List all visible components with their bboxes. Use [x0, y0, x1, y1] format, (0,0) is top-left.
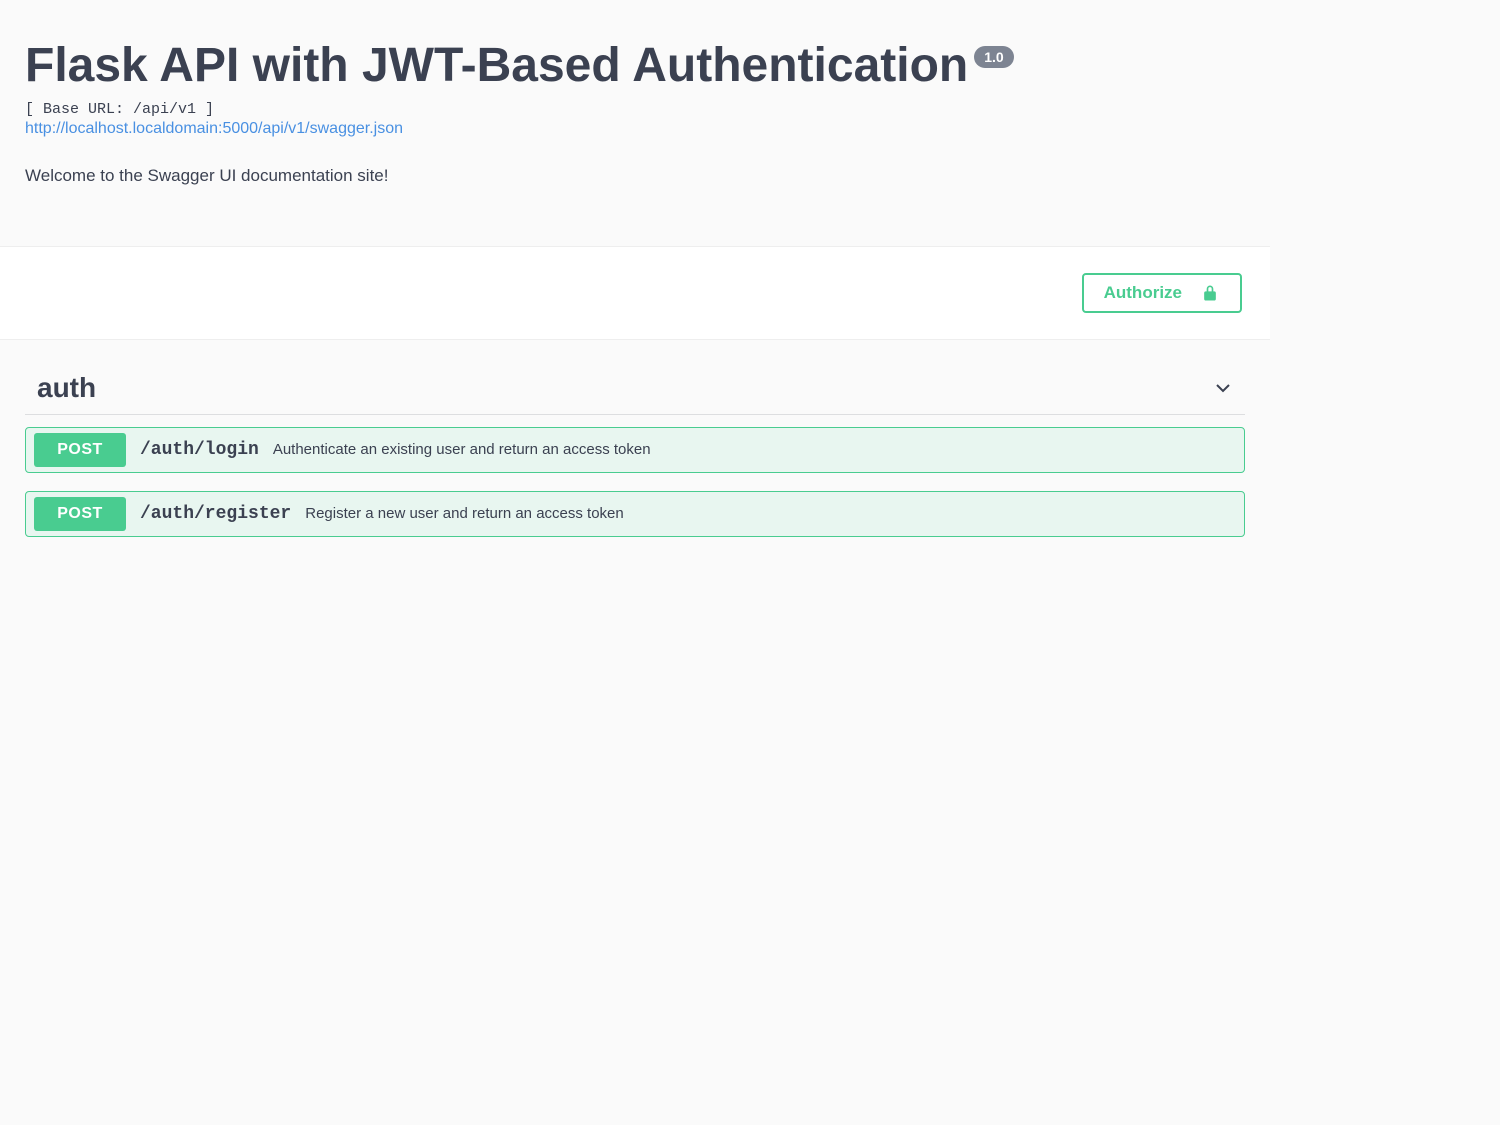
authorize-bar: Authorize: [0, 246, 1270, 340]
operation-list: POST /auth/login Authenticate an existin…: [25, 427, 1245, 537]
operation-row[interactable]: POST /auth/register Register a new user …: [25, 491, 1245, 537]
spec-url-link[interactable]: http://localhost.localdomain:5000/api/v1…: [25, 120, 1245, 138]
api-header: Flask API with JWT-Based Authentication …: [0, 0, 1270, 246]
lock-icon: [1200, 283, 1220, 303]
operation-summary: Authenticate an existing user and return…: [273, 441, 651, 458]
chevron-down-icon: [1211, 376, 1235, 400]
content-area: auth POST /auth/login Authenticate an ex…: [0, 340, 1270, 577]
tag-header-auth[interactable]: auth: [25, 362, 1245, 415]
operation-summary: Register a new user and return an access…: [305, 505, 624, 522]
authorize-label: Authorize: [1104, 283, 1182, 303]
tag-name: auth: [37, 372, 96, 404]
operation-path: /auth/login: [140, 440, 259, 460]
operation-path: /auth/register: [140, 504, 291, 524]
method-badge-post: POST: [34, 497, 126, 531]
api-title: Flask API with JWT-Based Authentication: [25, 40, 968, 93]
version-badge: 1.0: [974, 46, 1013, 68]
operation-row[interactable]: POST /auth/login Authenticate an existin…: [25, 427, 1245, 473]
authorize-button[interactable]: Authorize: [1082, 273, 1242, 313]
base-url-label: [ Base URL: /api/v1 ]: [25, 101, 1245, 118]
method-badge-post: POST: [34, 433, 126, 467]
api-description: Welcome to the Swagger UI documentation …: [25, 166, 1245, 186]
title-row: Flask API with JWT-Based Authentication …: [25, 40, 1245, 93]
